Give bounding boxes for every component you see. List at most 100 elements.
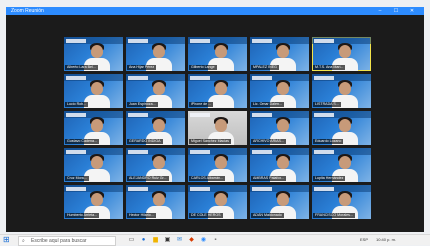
background-banner (252, 76, 272, 80)
participant-tile[interactable]: Gustavo Cadena... (64, 111, 123, 145)
participant-tile[interactable]: Eduardo Lozano (312, 111, 371, 145)
participant-name: FRANCISCO Morales... (313, 213, 355, 218)
participant-face (215, 193, 227, 206)
participant-tile[interactable]: CARLOS Albarrán... (188, 148, 247, 182)
participant-face (153, 45, 165, 58)
participant-name: GERARDO INDIGA (127, 139, 163, 144)
background-banner (66, 187, 86, 191)
participant-face (91, 193, 103, 206)
participant-face (153, 82, 165, 95)
participant-tile[interactable]: Miguel Sánchez Macias (188, 111, 247, 145)
participant-name: DE COLE HEROS (189, 213, 223, 218)
participant-tile[interactable]: Alberto Lara Bel... (64, 37, 123, 71)
participant-tile[interactable]: Juan Espinoza... (126, 74, 185, 108)
background-banner (128, 39, 148, 43)
participant-tile[interactable]: Lic. Omar Dalen... (250, 74, 309, 108)
participant-tile[interactable]: Humberto Arrieta... (64, 185, 123, 219)
participant-name: Juan Espinoza... (127, 102, 158, 107)
participant-name: AMBRAS Palafox... (251, 176, 287, 181)
participant-name: M.T.S. Ana Mari... (313, 65, 346, 70)
background-banner (252, 39, 272, 43)
background-banner (190, 150, 210, 154)
participant-tile[interactable]: LISTRADA S... (312, 74, 371, 108)
mail-icon[interactable]: ✉ (176, 236, 183, 244)
participant-face (277, 119, 289, 132)
participant-face (339, 45, 351, 58)
participant-name: Alberto Lara Bel... (65, 65, 98, 70)
participant-tile[interactable]: ADÁN Maldonado (250, 185, 309, 219)
participant-name: ADÁN Maldonado (251, 213, 284, 218)
background-banner (314, 39, 334, 43)
task-view-icon[interactable]: ▭ (128, 236, 135, 244)
background-banner (314, 150, 334, 154)
store-icon[interactable]: ▣ (164, 236, 171, 244)
close-button[interactable]: ✕ (406, 7, 418, 15)
participant-tile[interactable]: DE COLE HEROS (188, 185, 247, 219)
background-banner (314, 187, 334, 191)
participant-face (215, 119, 227, 132)
participant-tile[interactable]: GERARDO INDIGA (126, 111, 185, 145)
maximize-button[interactable]: ☐ (390, 7, 402, 15)
participant-tile[interactable]: Hector Hilario... (126, 185, 185, 219)
participant-tile[interactable]: M.T.S. Ana Mari... (312, 37, 371, 71)
participant-name: ARCHIVO ARIAS... (251, 139, 286, 144)
app-icon[interactable]: ▪ (212, 236, 219, 244)
zoom-icon[interactable]: ◉ (200, 236, 207, 244)
participant-name: iPhone de ... (189, 102, 214, 107)
background-banner (66, 76, 86, 80)
participant-face (91, 45, 103, 58)
background-banner (128, 113, 148, 117)
edge-icon[interactable]: ● (140, 236, 147, 244)
participant-name: Gustavo Cadena... (65, 139, 99, 144)
window-title: Zoom Reunión (11, 8, 44, 14)
participant-tile[interactable]: Cruz Mora... (64, 148, 123, 182)
taskbar: ⊞ ⌕ Escribe aquí para buscar ▭ ● ▆ ▣ ✉ ◆… (0, 234, 430, 246)
participant-face (91, 119, 103, 132)
participant-face (153, 193, 165, 206)
participant-tile[interactable]: Ana Hijar Pérez (126, 37, 185, 71)
participant-name: Lucio Rob... (65, 102, 89, 107)
background-banner (314, 113, 334, 117)
background-banner (66, 113, 86, 117)
participant-tile[interactable]: FRANCISCO Morales... (312, 185, 371, 219)
participant-face (215, 156, 227, 169)
participant-face (339, 156, 351, 169)
background-banner (190, 187, 210, 191)
participant-face (153, 156, 165, 169)
participant-name: Eduardo Lozano (313, 139, 344, 144)
participant-face (339, 193, 351, 206)
participant-face (91, 156, 103, 169)
background-banner (252, 187, 272, 191)
participant-tile[interactable]: Lupita Hernández (312, 148, 371, 182)
participant-face (339, 119, 351, 132)
participant-name: Hector Hilario... (127, 213, 156, 218)
participant-tile[interactable]: Gilberto Lange (188, 37, 247, 71)
participant-face (215, 82, 227, 95)
participant-name: Ana Hijar Pérez (127, 65, 157, 70)
participant-face (277, 45, 289, 58)
title-bar: Zoom Reunión – ☐ ✕ (6, 7, 424, 15)
participant-name: Cruz Mora... (65, 176, 89, 181)
background-banner (128, 187, 148, 191)
participant-name: MPALEZ INEG (251, 65, 279, 70)
participant-tile[interactable]: ARCHIVO ARIAS... (250, 111, 309, 145)
minimize-button[interactable]: – (374, 7, 386, 15)
participant-face (277, 156, 289, 169)
participant-tile[interactable]: AMBRAS Palafox... (250, 148, 309, 182)
participant-face (277, 82, 289, 95)
background-banner (66, 39, 86, 43)
background-banner (190, 113, 210, 117)
participant-tile[interactable]: iPhone de ... (188, 74, 247, 108)
participant-name: CARLOS Albarrán... (189, 176, 226, 181)
windows-icon[interactable]: ⊞ (3, 236, 11, 244)
participant-tile[interactable]: ALEJANDRO Ruiz Gr... (126, 148, 185, 182)
participant-tile[interactable]: MPALEZ INEG (250, 37, 309, 71)
participant-name: Miguel Sánchez Macias (189, 139, 231, 144)
search-box[interactable]: ⌕ Escribe aquí para buscar (18, 236, 116, 246)
participant-face (153, 119, 165, 132)
participant-tile[interactable]: Lucio Rob... (64, 74, 123, 108)
office-icon[interactable]: ◆ (188, 236, 195, 244)
participant-name: LISTRADA S... (313, 102, 341, 107)
folder-icon[interactable]: ▆ (152, 236, 159, 244)
participant-grid: Alberto Lara Bel... Ana Hijar Pérez Gilber… (64, 37, 371, 222)
